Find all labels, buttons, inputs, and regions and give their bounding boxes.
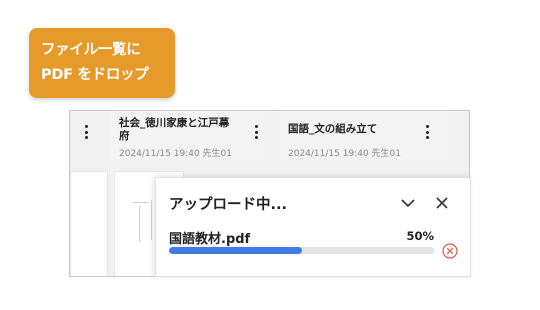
chevron-down-icon[interactable] bbox=[397, 192, 419, 214]
file-card-title: 社会_徳川家康と江戸幕 府 bbox=[119, 117, 230, 142]
callout-line-2: PDF をドロップ bbox=[41, 67, 149, 83]
file-thumbnail[interactable] bbox=[70, 171, 108, 276]
doc-line bbox=[151, 200, 152, 240]
upload-percent: 50% bbox=[406, 229, 434, 243]
cancel-circle-icon[interactable] bbox=[442, 243, 458, 259]
file-card-title: 国語_文の組み立て bbox=[288, 123, 378, 135]
upload-progress-panel: アップロード中... 国語教材.pdf 50% bbox=[155, 177, 471, 277]
drop-hint-callout: ファイル一覧に PDF をドロップ bbox=[29, 28, 175, 98]
upload-progress-bar bbox=[169, 247, 434, 254]
upload-title: アップロード中... bbox=[169, 197, 288, 213]
close-icon[interactable] bbox=[431, 192, 453, 214]
file-card-meta: 2024/11/15 19:40 先生01 bbox=[288, 149, 401, 159]
doc-line bbox=[139, 206, 140, 242]
more-vert-icon[interactable] bbox=[81, 123, 91, 141]
file-card-partial[interactable] bbox=[70, 111, 110, 161]
more-vert-icon[interactable] bbox=[251, 123, 261, 141]
file-card[interactable]: 国語_文の組み立て 2024/11/15 19:40 先生01 bbox=[280, 111, 448, 161]
doc-line bbox=[133, 202, 149, 203]
upload-file-name: 国語教材.pdf bbox=[169, 232, 251, 247]
upload-progress-fill bbox=[169, 247, 302, 254]
callout-line-1: ファイル一覧に bbox=[41, 42, 141, 58]
more-vert-icon[interactable] bbox=[422, 123, 432, 141]
file-card[interactable]: 社会_徳川家康と江戸幕 府 2024/11/15 19:40 先生01 bbox=[111, 111, 268, 161]
file-card-meta: 2024/11/15 19:40 先生01 bbox=[119, 149, 232, 159]
